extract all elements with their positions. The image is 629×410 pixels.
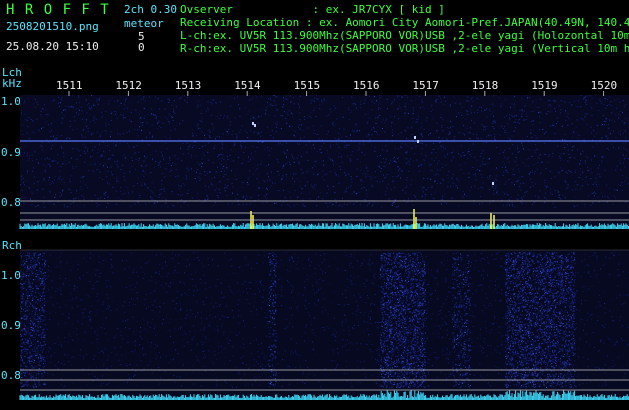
lch-waterfall bbox=[20, 95, 629, 228]
meteor-echo bbox=[254, 124, 256, 127]
waterfall-graphics bbox=[19, 91, 629, 400]
meteor-echo bbox=[492, 182, 494, 185]
meteor-echo bbox=[252, 122, 254, 125]
hrofft-window: H R O F F T 2ch 0.30 2508201510.png mete… bbox=[0, 0, 629, 410]
meteor-echo bbox=[417, 140, 419, 143]
meteor-echo bbox=[414, 136, 416, 139]
rch-waterfall bbox=[20, 250, 629, 400]
